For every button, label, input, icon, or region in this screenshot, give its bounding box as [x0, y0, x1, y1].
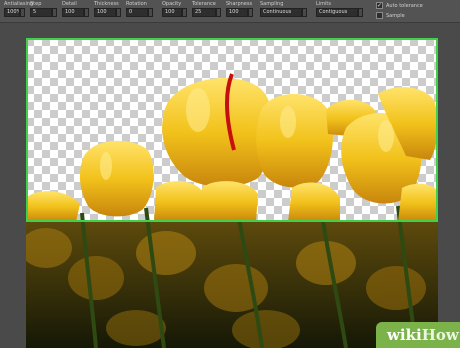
sampling-select[interactable]: Continuous [260, 8, 302, 17]
limits-option: Limits Contiguous [316, 0, 364, 22]
watermark-text: wikiHow [387, 326, 459, 344]
rotation-field[interactable]: 0 [126, 8, 148, 17]
watermark-brand: wiki [387, 326, 422, 344]
sampling-dropdown-icon[interactable] [302, 8, 307, 17]
thickness-label: Thickness [94, 1, 119, 7]
sharpness-spinner-icon[interactable] [248, 8, 253, 17]
detail-field[interactable]: 100 [62, 8, 84, 17]
limits-label: Limits [316, 1, 331, 7]
antialias-option: Antialiasing 100% [4, 0, 33, 22]
thickness-spinner-icon[interactable] [116, 8, 121, 17]
sample-label: Sample [386, 13, 405, 19]
watermark-brand-suffix: How [421, 326, 459, 344]
thickness-field[interactable]: 100 [94, 8, 116, 17]
tulip-image [26, 38, 438, 348]
antialias-field[interactable]: 100% [4, 8, 20, 17]
tool-options-bar: Antialiasing 100% Step 5 Detail 100 Thic… [0, 0, 460, 23]
opacity-spinner-icon[interactable] [182, 8, 187, 17]
thickness-option: Thickness 100 [94, 0, 122, 22]
detail-option: Detail 100 [62, 0, 90, 22]
sampling-label: Sampling [260, 1, 284, 7]
sampling-option: Sampling Continuous [260, 0, 308, 22]
limits-select[interactable]: Contiguous [316, 8, 358, 17]
auto-tolerance-checkbox[interactable]: ✓ [376, 2, 383, 9]
limits-dropdown-icon[interactable] [358, 8, 363, 17]
opacity-option: Opacity 100 [162, 0, 188, 22]
wikihow-watermark: wikiHow [376, 322, 460, 348]
rotation-option: Rotation 0 [126, 0, 154, 22]
tolerance-spinner-icon[interactable] [216, 8, 221, 17]
detail-label: Detail [62, 1, 77, 7]
sharpness-label: Sharpness [226, 1, 253, 7]
sharpness-option: Sharpness 100 [226, 0, 254, 22]
tolerance-field[interactable]: 25 [192, 8, 216, 17]
sample-checkbox[interactable] [376, 12, 383, 19]
antialias-label: Antialiasing [4, 1, 34, 7]
opacity-field[interactable]: 100 [162, 8, 182, 17]
tolerance-label: Tolerance [192, 1, 216, 7]
tulip-image-canvas[interactable] [26, 38, 438, 348]
step-field[interactable]: 5 [30, 8, 52, 17]
sharpness-field[interactable]: 100 [226, 8, 248, 17]
rotation-spinner-icon[interactable] [148, 8, 153, 17]
antialias-dropdown-icon[interactable] [20, 8, 25, 17]
tolerance-option: Tolerance 25 [192, 0, 222, 22]
step-option: Step 5 [30, 0, 58, 22]
step-spinner-icon[interactable] [52, 8, 57, 17]
auto-tolerance-label: Auto tolerance [386, 3, 423, 9]
rotation-label: Rotation [126, 1, 147, 7]
step-label: Step [30, 1, 42, 7]
detail-spinner-icon[interactable] [84, 8, 89, 17]
opacity-label: Opacity [162, 1, 182, 7]
